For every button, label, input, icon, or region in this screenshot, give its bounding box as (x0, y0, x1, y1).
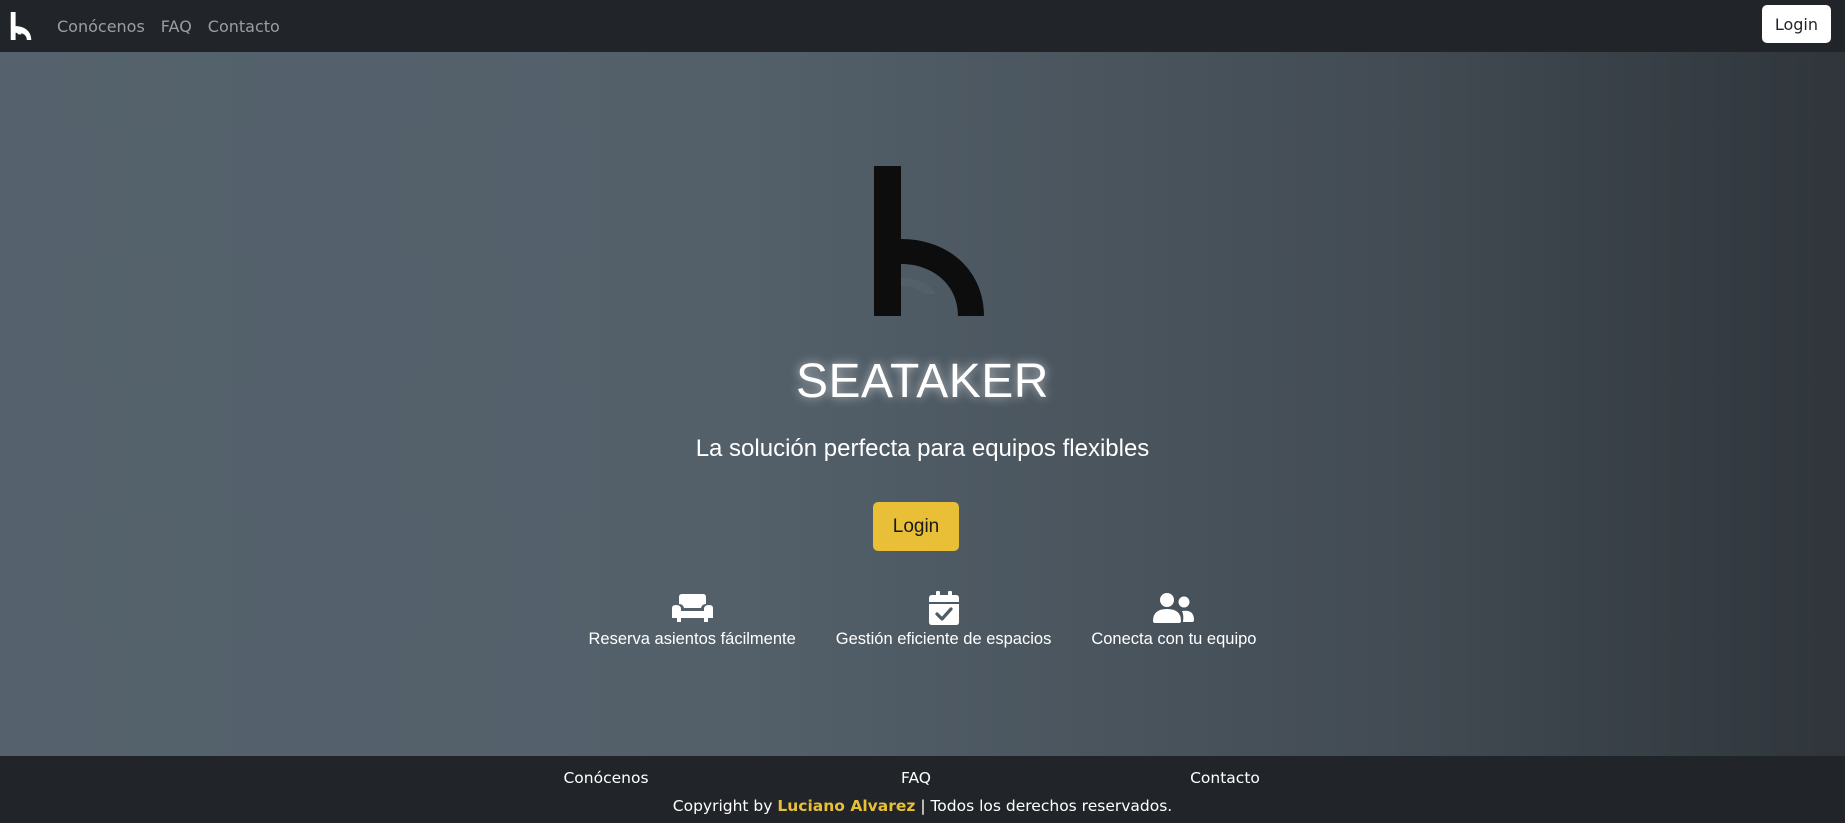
footer: Conócenos FAQ Contacto Copyright by Luci… (0, 756, 1845, 823)
hero-section: SEATAKER La solución perfecta para equip… (0, 52, 1845, 756)
feature-reserve-seats: Reserva asientos fácilmente (589, 590, 796, 650)
footer-link-conocenos[interactable]: Conócenos (563, 767, 648, 789)
seataker-logo-icon (874, 166, 984, 316)
brand-logo-link[interactable] (9, 12, 33, 40)
hero-login-button[interactable]: Login (873, 502, 959, 551)
calendar-check-icon (928, 590, 959, 626)
footer-link-contacto[interactable]: Contacto (1190, 767, 1260, 789)
users-icon (1153, 590, 1195, 626)
top-navbar: Conócenos FAQ Contacto Login (0, 0, 1845, 52)
nav-link-contacto[interactable]: Contacto (208, 17, 280, 36)
nav-link-conocenos[interactable]: Conócenos (57, 17, 145, 36)
copyright-suffix: | Todos los derechos reservados. (915, 797, 1173, 815)
nav-link-faq[interactable]: FAQ (161, 17, 192, 36)
footer-copyright: Copyright by Luciano Alvarez | Todos los… (0, 795, 1845, 817)
feature-space-management: Gestión eficiente de espacios (835, 590, 1052, 650)
copyright-author: Luciano Alvarez (777, 797, 916, 815)
nav-links: Conócenos FAQ Contacto (57, 0, 296, 52)
couch-icon (671, 590, 713, 626)
features-row: Reserva asientos fácilmente Gestión efic… (0, 590, 1845, 650)
navbar-login-button[interactable]: Login (1761, 5, 1831, 43)
hero-title: SEATAKER (796, 355, 1049, 408)
copyright-prefix: Copyright by (672, 797, 778, 815)
feature-label-reserve: Reserva asientos fácilmente (588, 630, 796, 648)
hero-subtitle: La solución perfecta para equipos flexib… (695, 435, 1150, 462)
footer-link-faq[interactable]: FAQ (901, 767, 931, 789)
feature-label-spaces: Gestión eficiente de espacios (835, 630, 1052, 648)
feature-label-team: Conecta con tu equipo (1091, 630, 1257, 648)
seataker-logo-icon (10, 12, 32, 40)
footer-links: Conócenos FAQ Contacto (0, 767, 1845, 791)
feature-connect-team: Conecta con tu equipo (1091, 590, 1256, 650)
